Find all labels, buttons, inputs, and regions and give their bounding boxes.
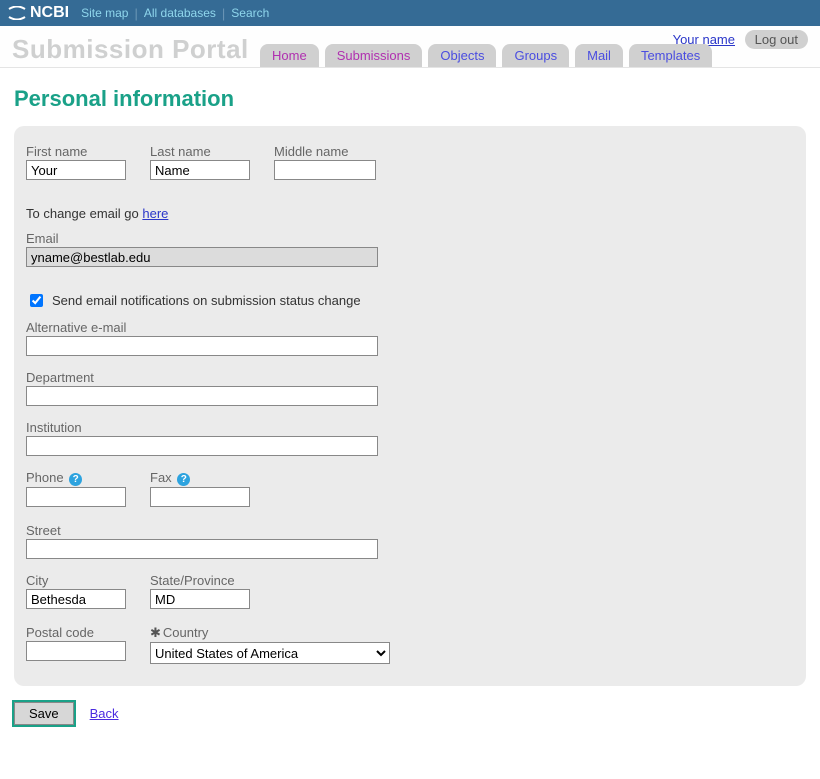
fax-label: Fax ? — [150, 470, 250, 486]
email-label: Email — [26, 231, 794, 246]
notify-label: Send email notifications on submission s… — [52, 293, 361, 308]
divider: | — [222, 6, 225, 21]
alt-email-label: Alternative e-mail — [26, 320, 794, 335]
first-name-input[interactable] — [26, 160, 126, 180]
notify-checkbox[interactable] — [30, 294, 43, 307]
back-link[interactable]: Back — [90, 706, 119, 721]
content-area: Personal information First name Last nam… — [0, 68, 820, 743]
street-label: Street — [26, 523, 794, 538]
state-input[interactable] — [150, 589, 250, 609]
change-email-prefix: To change email go — [26, 206, 142, 221]
tab-submissions[interactable]: Submissions — [325, 44, 423, 67]
postal-label: Postal code — [26, 625, 126, 640]
state-label: State/Province — [150, 573, 250, 588]
divider: | — [134, 6, 137, 21]
tab-templates[interactable]: Templates — [629, 44, 712, 67]
change-email-note: To change email go here — [26, 206, 794, 221]
save-button[interactable]: Save — [14, 702, 74, 725]
institution-field: Institution — [26, 420, 794, 456]
phone-input[interactable] — [26, 487, 126, 507]
tab-objects[interactable]: Objects — [428, 44, 496, 67]
help-icon[interactable]: ? — [69, 473, 82, 486]
postal-input[interactable] — [26, 641, 126, 661]
portal-title: Submission Portal — [12, 34, 249, 65]
form-actions: Save Back — [14, 702, 806, 725]
phone-field: Phone ? — [26, 470, 126, 507]
help-icon[interactable]: ? — [177, 473, 190, 486]
country-select[interactable]: United States of America — [150, 642, 390, 664]
tab-groups[interactable]: Groups — [502, 44, 569, 67]
department-input[interactable] — [26, 386, 378, 406]
tab-home[interactable]: Home — [260, 44, 319, 67]
country-field: ✱Country United States of America — [150, 625, 390, 664]
tab-mail[interactable]: Mail — [575, 44, 623, 67]
fax-field: Fax ? — [150, 470, 250, 507]
first-name-label: First name — [26, 144, 126, 159]
ncbi-icon — [8, 6, 26, 20]
last-name-field: Last name — [150, 144, 250, 180]
state-field: State/Province — [150, 573, 250, 609]
ncbi-logo: NCBI — [8, 4, 69, 22]
postal-field: Postal code — [26, 625, 126, 664]
page-title: Personal information — [14, 86, 806, 112]
middle-name-input[interactable] — [274, 160, 376, 180]
city-field: City — [26, 573, 126, 609]
first-name-field: First name — [26, 144, 126, 180]
last-name-label: Last name — [150, 144, 250, 159]
email-field: Email — [26, 231, 794, 267]
country-label: ✱Country — [150, 625, 390, 641]
fax-input[interactable] — [150, 487, 250, 507]
top-nav-bar: NCBI Site map | All databases | Search — [0, 0, 820, 26]
form-panel: First name Last name Middle name To chan… — [14, 126, 806, 686]
required-icon: ✱ — [150, 625, 161, 640]
header-row: Submission Portal Your name Log out Home… — [0, 26, 820, 68]
alt-email-input[interactable] — [26, 336, 378, 356]
nav-all-databases[interactable]: All databases — [144, 6, 216, 20]
city-input[interactable] — [26, 589, 126, 609]
city-label: City — [26, 573, 126, 588]
middle-name-label: Middle name — [274, 144, 376, 159]
nav-sitemap[interactable]: Site map — [81, 6, 128, 20]
institution-input[interactable] — [26, 436, 378, 456]
email-input — [26, 247, 378, 267]
middle-name-field: Middle name — [274, 144, 376, 180]
street-field: Street — [26, 523, 794, 559]
notify-row: Send email notifications on submission s… — [26, 291, 794, 310]
logout-button[interactable]: Log out — [745, 30, 808, 49]
phone-label: Phone ? — [26, 470, 126, 486]
department-field: Department — [26, 370, 794, 406]
ncbi-text: NCBI — [30, 4, 69, 22]
department-label: Department — [26, 370, 794, 385]
alt-email-field: Alternative e-mail — [26, 320, 794, 356]
change-email-link[interactable]: here — [142, 206, 168, 221]
street-input[interactable] — [26, 539, 378, 559]
nav-search[interactable]: Search — [231, 6, 269, 20]
last-name-input[interactable] — [150, 160, 250, 180]
main-tabs: Home Submissions Objects Groups Mail Tem… — [260, 44, 712, 67]
institution-label: Institution — [26, 420, 794, 435]
